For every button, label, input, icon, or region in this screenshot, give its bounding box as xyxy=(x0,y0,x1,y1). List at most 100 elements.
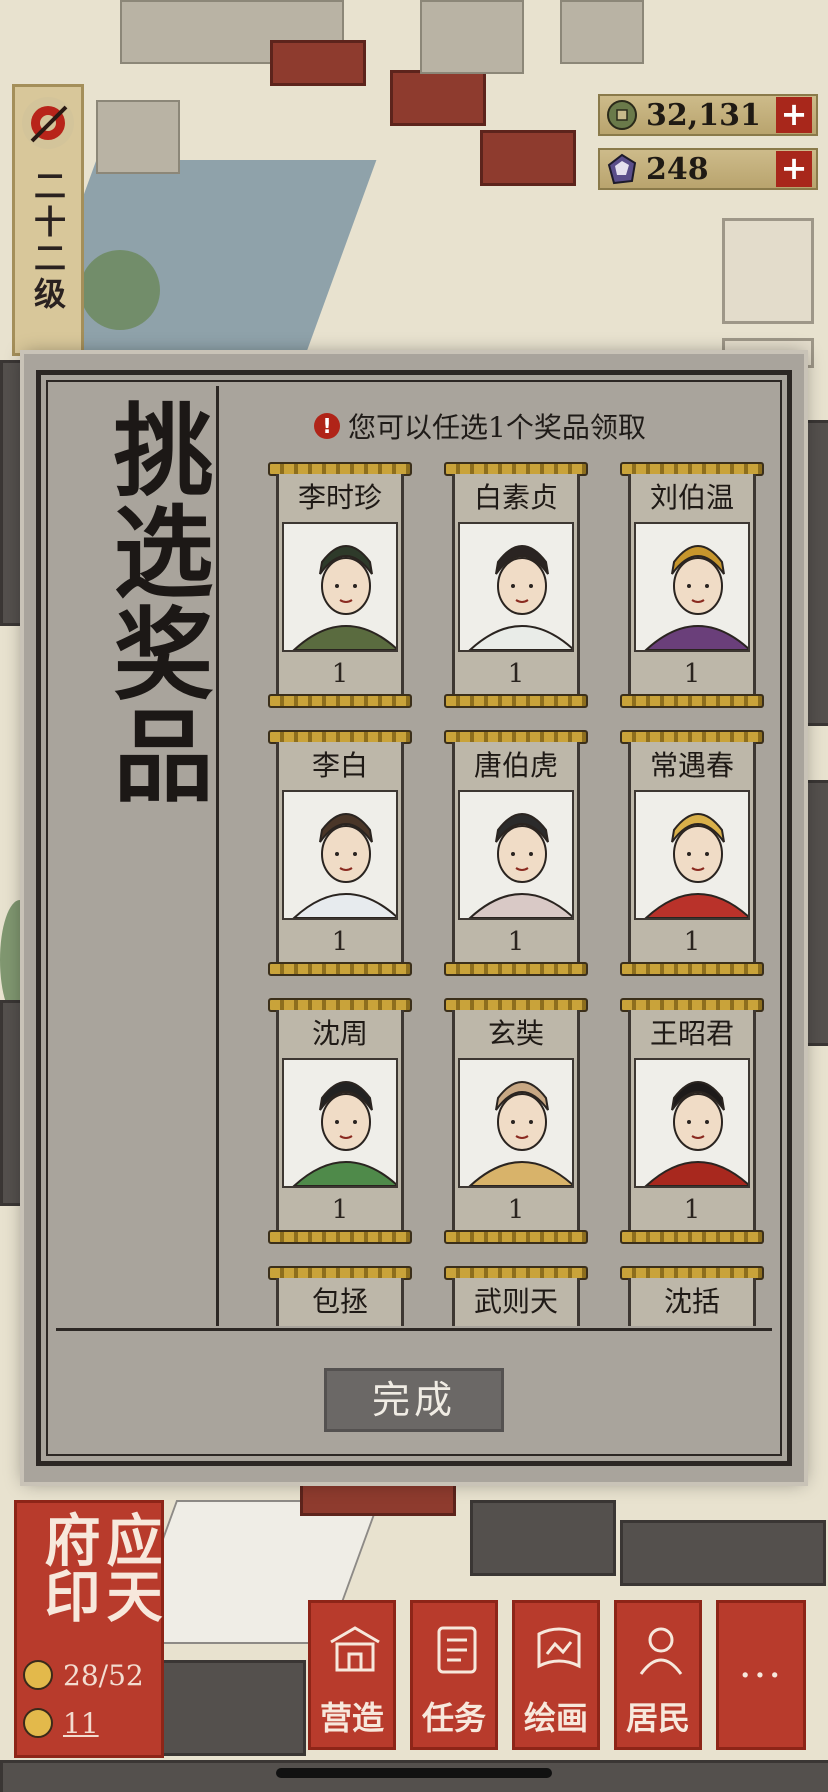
scroll-icon xyxy=(427,1617,487,1683)
prize-name: 王昭君 xyxy=(649,1017,734,1050)
prize-card[interactable]: 沈括1 xyxy=(620,1266,764,1326)
prize-card[interactable]: 武则天1 xyxy=(444,1266,588,1326)
character-portrait xyxy=(634,522,750,652)
home-indicator[interactable] xyxy=(276,1768,552,1778)
card-gold-trim xyxy=(620,694,764,708)
population-value: 28/52 xyxy=(63,1658,144,1692)
gold-row: 11 xyxy=(23,1703,155,1743)
prize-quantity: 1 xyxy=(683,659,701,689)
copper-coin-icon xyxy=(604,97,640,133)
menu-label: 任务 xyxy=(421,1699,486,1737)
menu-resident-button[interactable]: 居民 xyxy=(614,1600,702,1750)
prize-quantity: 1 xyxy=(507,927,525,957)
build-icon xyxy=(325,1617,385,1683)
prize-name: 包拯 xyxy=(311,1285,368,1318)
prize-card[interactable]: 包拯1 xyxy=(268,1266,412,1326)
add-jade-gem-button[interactable]: + xyxy=(776,151,812,187)
prize-name: 李白 xyxy=(311,749,368,782)
menu-label: 绘画 xyxy=(523,1699,588,1737)
dialog-divider-vertical xyxy=(216,386,219,1326)
card-gold-trim xyxy=(268,694,412,708)
menu-task-button[interactable]: 任务 xyxy=(410,1600,498,1750)
jade-gem-value: 248 xyxy=(646,151,709,187)
character-portrait xyxy=(458,522,574,652)
card-gold-trim xyxy=(620,1230,764,1244)
card-gold-trim xyxy=(444,694,588,708)
card-body: 白素贞 1 xyxy=(452,474,580,696)
prize-quantity: 1 xyxy=(683,927,701,957)
brush-icon xyxy=(22,97,74,149)
dialog-hint: ! 您可以任选1个奖品领取 xyxy=(314,406,646,446)
prize-quantity: 1 xyxy=(331,927,349,957)
menu-label: 居民 xyxy=(625,1699,690,1737)
jade-gem-icon xyxy=(604,151,640,187)
prize-card[interactable]: 王昭君 1 xyxy=(620,998,764,1244)
card-body: 常遇春 1 xyxy=(628,742,756,964)
prize-quantity: 1 xyxy=(507,659,525,689)
character-portrait xyxy=(282,790,398,920)
menu-painting-button[interactable]: 绘画 xyxy=(512,1600,600,1750)
exclamation-icon: ! xyxy=(314,413,340,439)
resident-icon xyxy=(23,1660,53,1690)
city-name: 应天府印 xyxy=(35,1511,163,1623)
population-row: 28/52 xyxy=(23,1655,155,1695)
prize-card[interactable]: 刘伯温 1 xyxy=(620,462,764,708)
prize-name: 刘伯温 xyxy=(649,481,734,514)
prize-name: 李时珍 xyxy=(297,481,382,514)
gold-value: 11 xyxy=(63,1706,99,1740)
prize-grid[interactable]: 李时珍 1 白素贞 1 刘伯温 1 李白 1 唐伯虎 1 常遇春 1 沈周 1 玄奘 1 王昭君 1 包拯1 武则天1… xyxy=(224,462,776,1326)
prize-name: 沈括 xyxy=(663,1285,720,1318)
copper-coin-counter: 32,131 + xyxy=(598,94,818,136)
character-portrait xyxy=(282,1058,398,1188)
side-bag-button[interactable] xyxy=(722,218,814,324)
card-body: 沈周 1 xyxy=(276,1010,404,1232)
prize-quantity: 1 xyxy=(331,1195,349,1225)
prize-card[interactable]: 唐伯虎 1 xyxy=(444,730,588,976)
prize-card[interactable]: 沈周 1 xyxy=(268,998,412,1244)
done-button[interactable]: 完成 xyxy=(324,1368,504,1432)
card-body: 王昭君 1 xyxy=(628,1010,756,1232)
city-seal-panel[interactable]: 应天府印 28/52 11 xyxy=(14,1500,164,1758)
card-body: 沈括1 xyxy=(628,1278,756,1326)
card-gold-trim xyxy=(268,1230,412,1244)
card-gold-trim xyxy=(444,962,588,976)
prize-name: 白素贞 xyxy=(473,481,558,514)
menu-more-button[interactable]: ··· xyxy=(716,1600,806,1750)
player-level-tag[interactable]: 二十二级 xyxy=(12,84,84,356)
card-body: 玄奘 1 xyxy=(452,1010,580,1232)
more-icon: ··· xyxy=(738,1653,784,1699)
prize-card[interactable]: 李时珍 1 xyxy=(268,462,412,708)
copper-coin-value: 32,131 xyxy=(646,97,761,133)
card-body: 唐伯虎 1 xyxy=(452,742,580,964)
card-gold-trim xyxy=(268,962,412,976)
prize-name: 常遇春 xyxy=(649,749,734,782)
painting-icon xyxy=(529,1617,589,1683)
card-body: 刘伯温 1 xyxy=(628,474,756,696)
prize-card[interactable]: 玄奘 1 xyxy=(444,998,588,1244)
prize-card[interactable]: 常遇春 1 xyxy=(620,730,764,976)
card-gold-trim xyxy=(620,962,764,976)
prize-name: 沈周 xyxy=(311,1017,368,1050)
prize-card[interactable]: 李白 1 xyxy=(268,730,412,976)
character-portrait xyxy=(458,790,574,920)
menu-label: 营造 xyxy=(319,1699,384,1737)
jade-gem-counter: 248 + xyxy=(598,148,818,190)
prize-name: 玄奘 xyxy=(487,1017,544,1050)
card-body: 李白 1 xyxy=(276,742,404,964)
character-portrait xyxy=(634,790,750,920)
prize-quantity: 1 xyxy=(683,1195,701,1225)
menu-build-button[interactable]: 营造 xyxy=(308,1600,396,1750)
prize-selection-dialog: 挑选奖品 ! 您可以任选1个奖品领取 李时珍 1 白素贞 1 刘伯温 1 李白 1 唐伯虎 1 常遇… xyxy=(24,354,804,1482)
character-portrait xyxy=(634,1058,750,1188)
level-label: 二十二级 xyxy=(29,169,67,313)
resident-icon xyxy=(631,1617,691,1683)
card-body: 李时珍 1 xyxy=(276,474,404,696)
dialog-title: 挑选奖品 xyxy=(96,398,214,806)
prize-name: 武则天 xyxy=(473,1285,558,1318)
dialog-divider-horizontal xyxy=(56,1328,772,1331)
card-body: 武则天1 xyxy=(452,1278,580,1326)
gold-coin-icon xyxy=(23,1708,53,1738)
prize-card[interactable]: 白素贞 1 xyxy=(444,462,588,708)
card-body: 包拯1 xyxy=(276,1278,404,1326)
add-copper-coin-button[interactable]: + xyxy=(776,97,812,133)
